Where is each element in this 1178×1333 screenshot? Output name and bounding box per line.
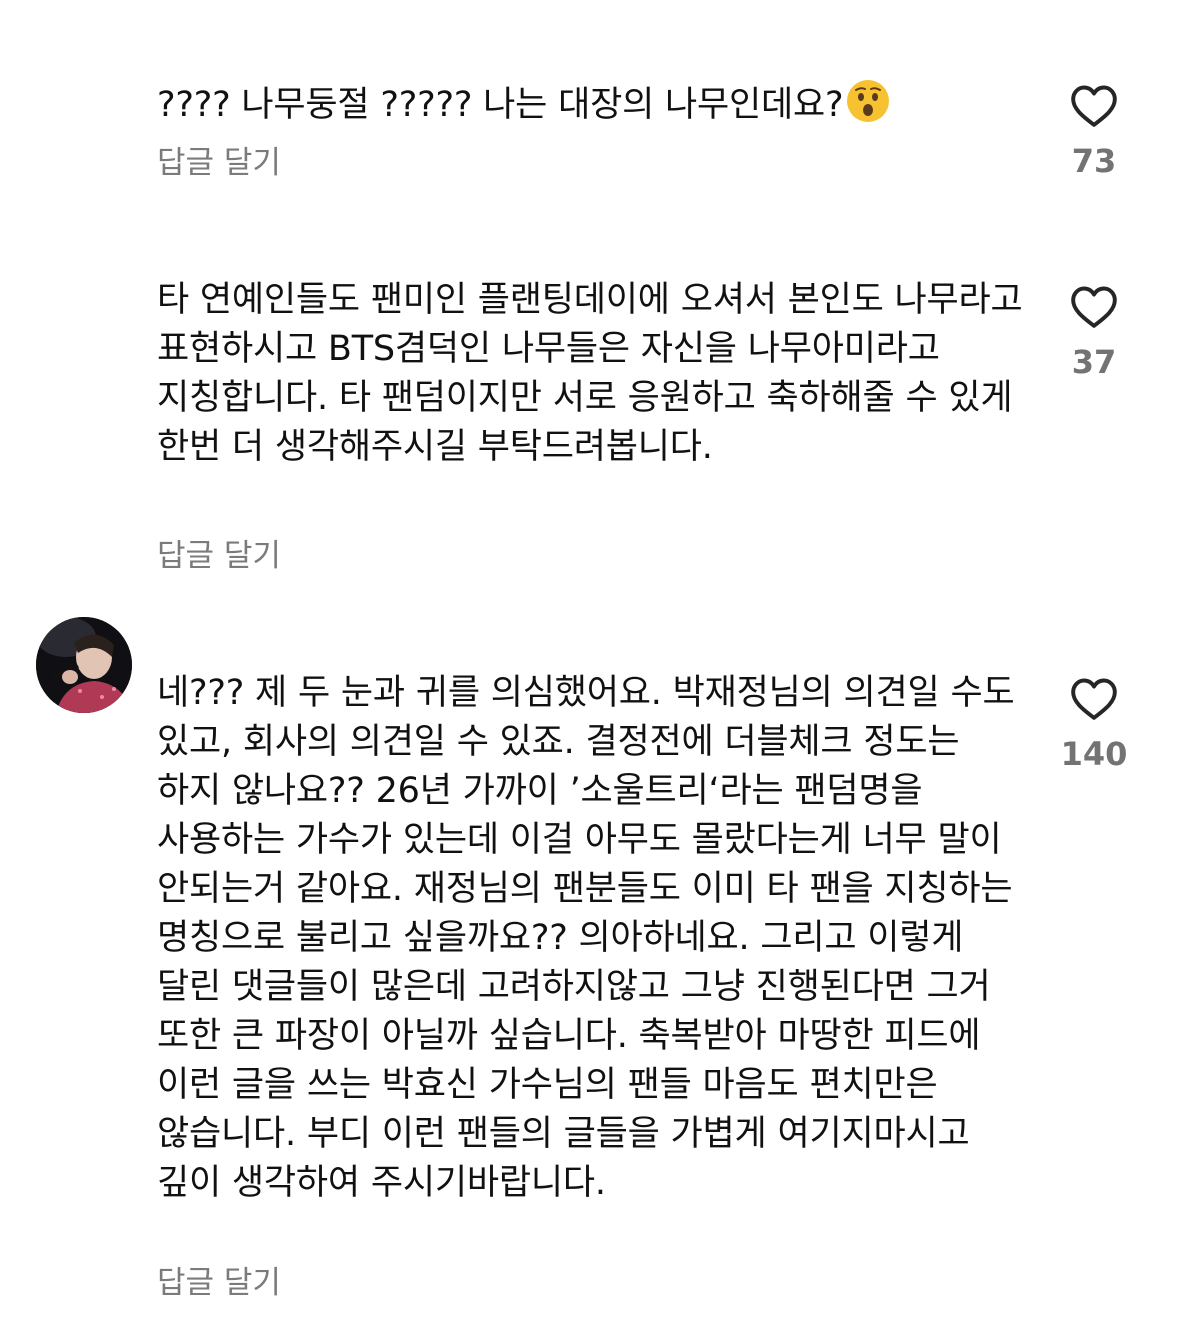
like-group: 73 bbox=[1050, 82, 1138, 180]
comment-text: 네??? 제 두 눈과 귀를 의심했어요. 박재정님의 의견일 수도 있고, 회… bbox=[157, 673, 1015, 1203]
singer-avatar-icon bbox=[36, 617, 132, 713]
avatar[interactable] bbox=[36, 617, 132, 713]
comment-text: ???? 나무둥절 ????? 나는 대장의 나무인데요? bbox=[157, 78, 1027, 130]
like-button[interactable] bbox=[1069, 675, 1119, 721]
reply-button[interactable]: 답글 달기 bbox=[157, 536, 281, 576]
heart-icon bbox=[1069, 283, 1119, 329]
like-count: 73 bbox=[1071, 142, 1117, 180]
heart-icon bbox=[1069, 675, 1119, 721]
like-group: 140 bbox=[1050, 675, 1138, 773]
reply-button[interactable]: 답글 달기 bbox=[157, 1263, 281, 1303]
comment-text: 타 연예인들도 팬미인 플랜팅데이에 오셔서 본인도 나무라고 표현하시고 BT… bbox=[157, 280, 1023, 467]
hushed-face-emoji-icon bbox=[845, 78, 891, 124]
reply-button[interactable]: 답글 달기 bbox=[157, 143, 281, 183]
like-button[interactable] bbox=[1069, 283, 1119, 329]
like-count: 140 bbox=[1060, 735, 1128, 773]
heart-icon bbox=[1069, 82, 1119, 128]
comment-body: ???? 나무둥절 ????? 나는 대장의 나무인데요? bbox=[157, 85, 844, 125]
like-count: 37 bbox=[1071, 343, 1117, 381]
like-button[interactable] bbox=[1069, 82, 1119, 128]
like-group: 37 bbox=[1050, 283, 1138, 381]
